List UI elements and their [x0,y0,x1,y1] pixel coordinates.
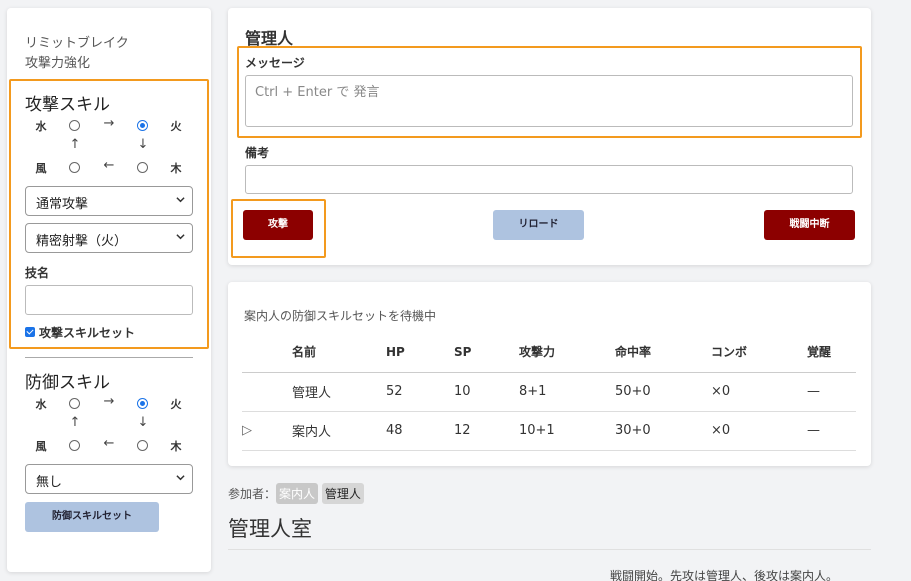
chevron-down-icon [176,475,185,481]
arrow-right-icon: → [103,394,115,409]
defense-skill-value: 無し [36,475,63,490]
element-wood-label: 木 [170,162,182,175]
element-fire-label: 火 [170,120,182,133]
room-divider [228,549,871,550]
table-cell: 10+1 [519,411,615,451]
table-cell: 10 [454,372,519,412]
column-header: コンボ [711,332,807,373]
message-placeholder: Ctrl + Enter で 発言 [255,85,380,100]
note-label: 備考 [245,146,270,160]
battle-table: 名前 HP SP 攻撃力 命中率 コンボ 覚醒 管理人 52 10 8+1 50… [242,332,856,451]
panel-title: 管理人 [245,29,294,48]
table-cell: 8+1 [519,372,615,412]
defense-set-button[interactable]: 防御スキルセット [25,502,159,532]
arrow-left-icon: ← [103,158,115,173]
attack-radio-wind[interactable] [69,162,80,173]
arrow-up-icon: ↑ [69,137,81,152]
participant-chip[interactable]: 案内人 [276,483,319,504]
attack-type-select[interactable]: 通常攻撃 [25,186,193,216]
skill-name-label: 技名 [25,266,50,280]
column-header: 攻撃力 [519,332,615,373]
reload-button[interactable]: リロード [493,210,584,240]
status-limit-break: リミットブレイク [25,36,129,51]
note-input[interactable] [245,165,853,194]
arrow-right-icon: → [103,116,115,131]
element-water-label: 水 [35,120,47,133]
defense-skill-title: 防御スキル [25,373,110,393]
room-title: 管理人室 [228,517,312,541]
arrow-left-icon: ← [103,436,115,451]
section-divider [25,357,193,358]
table-header-row: 名前 HP SP 攻撃力 命中率 コンボ 覚醒 [242,332,856,373]
table-row: ▷ 案内人 48 12 10+1 30+0 ×0 — [242,411,856,451]
attack-skill-value: 精密射撃（火） [36,234,128,249]
arrow-down-icon: ↓ [137,415,149,430]
sidebar: リミットブレイク 攻撃力強化 攻撃スキル 水 → 火 ↑ ↓ 風 ← 木 通常攻… [7,8,211,572]
column-header: SP [454,332,519,373]
table-cell: 案内人 [292,411,386,451]
column-header: 命中率 [615,332,711,373]
chevron-down-icon [176,197,185,203]
attack-set-checkbox-label: 攻撃スキルセット [39,326,136,340]
table-cell: 12 [454,411,519,451]
battle-log-line: 戦闘開始。先攻は管理人、後攻は案内人。 [610,569,839,581]
attack-type-value: 通常攻撃 [36,197,89,212]
table-cell: 30+0 [615,411,711,451]
table-cell: ×0 [711,411,807,451]
element-wind-label: 風 [35,440,47,453]
message-label: メッセージ [245,56,305,70]
defense-skill-select[interactable]: 無し [25,464,193,494]
status-attack-up: 攻撃力強化 [25,56,91,71]
column-header: 名前 [292,332,386,373]
element-wind-label: 風 [35,162,47,175]
attack-radio-wood[interactable] [137,162,148,173]
battle-status-panel: 案内人の防御スキルセットを待機中 名前 HP SP 攻撃力 命中率 コンボ 覚醒… [228,282,871,466]
table-row: 管理人 52 10 8+1 50+0 ×0 — [242,372,856,412]
participants-label: 参加者： [228,487,277,501]
defense-radio-fire[interactable] [137,398,148,409]
turn-indicator [242,372,292,412]
attack-skill-title: 攻撃スキル [25,95,110,115]
participant-chip[interactable]: 管理人 [321,483,364,504]
attack-radio-fire[interactable] [137,120,148,131]
element-wood-label: 木 [170,440,182,453]
stop-battle-button[interactable]: 戦闘中断 [764,210,855,240]
table-cell: 52 [386,372,454,412]
battle-status-text: 案内人の防御スキルセットを待機中 [244,309,437,323]
table-cell: 48 [386,411,454,451]
participants: 参加者： 案内人 管理人 [228,483,364,504]
defense-radio-water[interactable] [69,398,80,409]
attack-set-checkbox[interactable] [25,327,35,337]
table-cell: — [807,372,856,412]
column-header: HP [386,332,454,373]
skill-name-input[interactable] [25,285,193,315]
attack-skill-select[interactable]: 精密射撃（火） [25,223,193,253]
message-textarea[interactable]: Ctrl + Enter で 発言 [245,75,853,127]
element-water-label: 水 [35,398,47,411]
table-cell: ×0 [711,372,807,412]
column-header [242,332,292,373]
attack-button[interactable]: 攻撃 [243,210,313,240]
table-cell: 管理人 [292,372,386,412]
turn-indicator: ▷ [242,411,292,451]
element-fire-label: 火 [170,398,182,411]
column-header: 覚醒 [807,332,856,373]
defense-radio-wood[interactable] [137,440,148,451]
table-cell: 50+0 [615,372,711,412]
attack-radio-water[interactable] [69,120,80,131]
chevron-down-icon [176,234,185,240]
defense-radio-wind[interactable] [69,440,80,451]
action-panel: 管理人 メッセージ Ctrl + Enter で 発言 備考 攻撃 リロード 戦… [228,8,871,265]
arrow-up-icon: ↑ [69,415,81,430]
table-cell: — [807,411,856,451]
arrow-down-icon: ↓ [137,137,149,152]
